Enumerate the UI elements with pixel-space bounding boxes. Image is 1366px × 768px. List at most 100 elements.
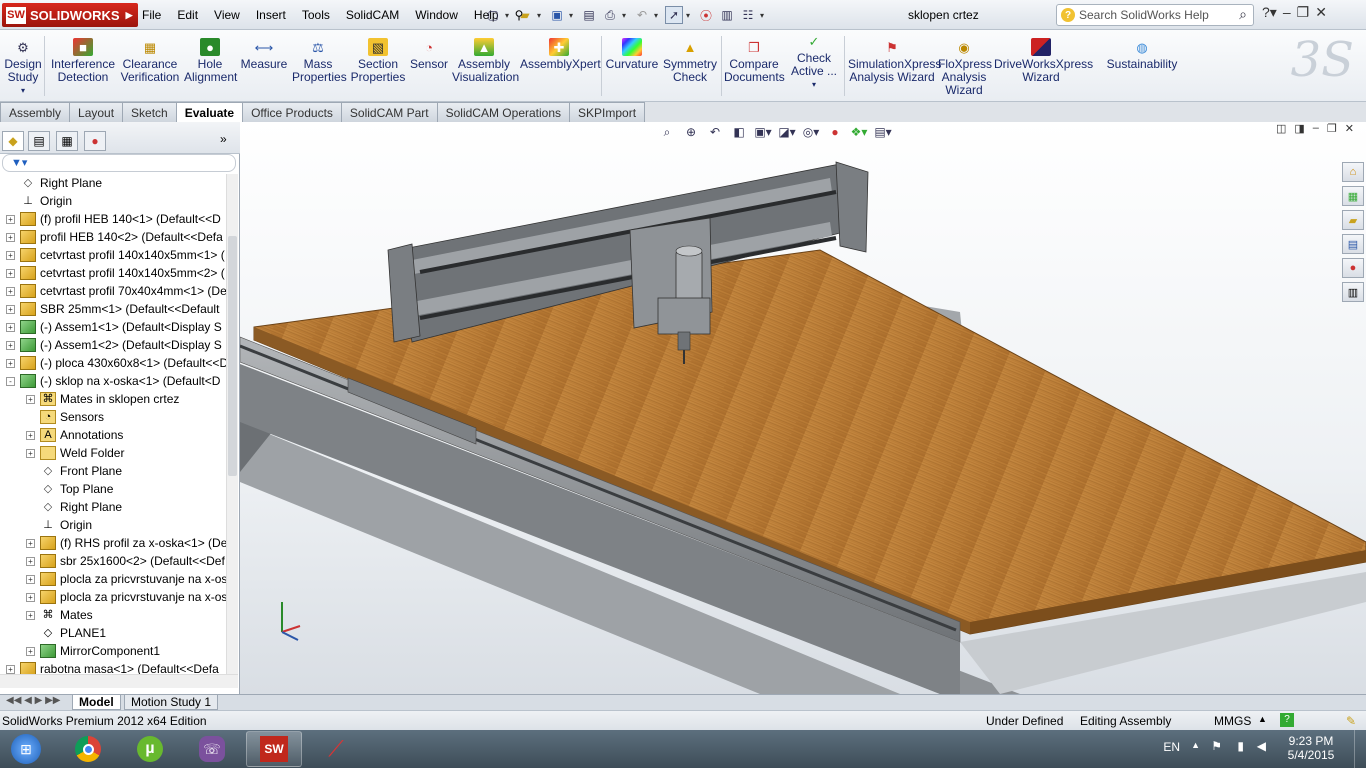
show-hidden-icons[interactable]: ▲ bbox=[1191, 740, 1200, 750]
measure-button[interactable]: ⟷ Measure bbox=[240, 38, 288, 71]
design-study-button[interactable]: ⚙ Design Study ▾ bbox=[4, 38, 42, 97]
collapse-icon[interactable]: - bbox=[6, 376, 15, 386]
tab-solidcam-part[interactable]: SolidCAM Part bbox=[340, 102, 438, 122]
split-right-icon[interactable]: ◨ bbox=[1294, 122, 1304, 135]
appearances-icon[interactable]: ● bbox=[1342, 258, 1364, 278]
property-manager-icon[interactable]: ▤ bbox=[28, 131, 50, 151]
utorrent-taskbar-button[interactable]: µ bbox=[122, 731, 178, 767]
curvature-button[interactable]: Curvature bbox=[604, 38, 660, 71]
sensor-button[interactable]: ◔ Sensor bbox=[410, 38, 448, 71]
minimize-icon[interactable]: – bbox=[1283, 4, 1291, 21]
help-dropdown-icon[interactable]: ?▾ bbox=[1262, 4, 1277, 21]
tree-item[interactable]: ◇ Right Plane bbox=[26, 498, 122, 516]
sustainability-button[interactable]: ◍ Sustainability bbox=[1106, 38, 1178, 71]
display-style-icon[interactable]: ◪▾ bbox=[778, 124, 796, 140]
menu-tools[interactable]: Tools bbox=[294, 8, 338, 22]
hide-show-items-icon[interactable]: ◎▾ bbox=[802, 124, 820, 140]
tab-office-products[interactable]: Office Products bbox=[242, 102, 342, 122]
solidworks-logo-button[interactable]: SW SOLIDWORKS ▶ bbox=[2, 3, 138, 27]
apply-scene-icon[interactable]: ❖▾ bbox=[850, 124, 868, 140]
expand-icon[interactable]: + bbox=[26, 556, 35, 566]
start-button[interactable]: ⊞ bbox=[0, 731, 52, 767]
section-view-icon[interactable]: ◧ bbox=[730, 124, 748, 140]
check-active-button[interactable]: ✓ Check Active ... ▾ bbox=[788, 32, 840, 91]
units-selector[interactable]: MMGS bbox=[1214, 714, 1251, 728]
tab-motion-study[interactable]: Motion Study 1 bbox=[124, 695, 219, 710]
menu-file[interactable]: File bbox=[134, 8, 169, 22]
tree-item[interactable]: ⊥ Origin bbox=[26, 516, 92, 534]
notification-icon[interactable]: ✎ bbox=[1346, 714, 1356, 728]
expand-icon[interactable]: + bbox=[6, 322, 15, 332]
expand-icon[interactable]: + bbox=[26, 610, 35, 620]
tree-item[interactable]: + cetvrtast profil 70x40x4mm<1> (De bbox=[6, 282, 226, 300]
tab-skpimport[interactable]: SKPImport bbox=[569, 102, 646, 122]
chevron-down-icon[interactable]: ▾ bbox=[654, 11, 662, 20]
open-icon[interactable]: ▰ bbox=[516, 6, 534, 24]
expand-icon[interactable]: + bbox=[26, 430, 35, 440]
design-library-icon[interactable]: ▦ bbox=[1342, 186, 1364, 206]
zoom-to-area-icon[interactable]: ⊕ bbox=[682, 124, 700, 140]
volume-icon[interactable]: ◀ bbox=[1257, 739, 1266, 753]
configuration-manager-icon[interactable]: ▦ bbox=[56, 131, 78, 151]
display-manager-icon[interactable]: ● bbox=[84, 131, 106, 151]
chevron-down-icon[interactable]: ▾ bbox=[622, 11, 630, 20]
save-icon[interactable]: ▣ bbox=[548, 6, 566, 24]
symmetry-check-button[interactable]: ▲ Symmetry Check bbox=[662, 38, 718, 84]
mass-properties-button[interactable]: ⚖ Mass Properties bbox=[292, 38, 347, 84]
expand-icon[interactable]: + bbox=[26, 394, 35, 404]
tree-item[interactable]: + plocla za pricvrstuvanje na x-os bbox=[26, 570, 226, 588]
close-icon[interactable]: ✕ bbox=[1315, 4, 1327, 21]
tree-item[interactable]: ◔ Sensors bbox=[26, 408, 104, 426]
tree-item[interactable]: + rabotna masa<1> (Default<<Defa bbox=[6, 660, 219, 674]
tree-item[interactable]: + ⌘ Mates bbox=[26, 606, 93, 624]
search-icon[interactable]: ⌕ bbox=[1239, 6, 1247, 23]
menu-solidcam[interactable]: SolidCAM bbox=[338, 8, 407, 22]
expand-icon[interactable]: + bbox=[6, 232, 15, 242]
clearance-verification-button[interactable]: ▦ Clearance Verification bbox=[120, 38, 180, 84]
tree-filter[interactable]: ▼▾ bbox=[2, 154, 236, 172]
expand-icon[interactable]: + bbox=[6, 340, 15, 350]
minimize-icon[interactable]: – bbox=[1313, 122, 1319, 135]
zoom-to-fit-icon[interactable]: ⌕ bbox=[658, 124, 676, 140]
expand-icon[interactable]: + bbox=[26, 538, 35, 548]
print-icon[interactable]: ⎙ bbox=[601, 6, 619, 24]
expand-icon[interactable]: + bbox=[6, 214, 15, 224]
tree-item[interactable]: + (f) profil HEB 140<1> (Default<<D bbox=[6, 210, 221, 228]
tab-layout[interactable]: Layout bbox=[69, 102, 124, 122]
compare-documents-button[interactable]: ❐ Compare Documents bbox=[724, 38, 785, 84]
tree-item[interactable]: + sbr 25x1600<2> (Default<<Def bbox=[26, 552, 225, 570]
undo-icon[interactable]: ↶ bbox=[633, 6, 651, 24]
tree-item[interactable]: ⊥ Origin bbox=[6, 192, 72, 210]
tree-vertical-scrollbar[interactable] bbox=[226, 174, 238, 674]
floxpress-button[interactable]: ◉ FloXpress Analysis Wizard bbox=[938, 38, 992, 97]
menu-view[interactable]: View bbox=[206, 8, 248, 22]
tree-item[interactable]: + (-) ploca 430x60x8<1> (Default<<D bbox=[6, 354, 226, 372]
options-icon[interactable]: ☷ bbox=[739, 6, 757, 24]
chevron-down-icon[interactable]: ▾ bbox=[569, 11, 577, 20]
tree-item[interactable]: + cetvrtast profil 140x140x5mm<1> ( bbox=[6, 246, 225, 264]
menu-window[interactable]: Window bbox=[407, 8, 466, 22]
close-icon[interactable]: ✕ bbox=[1345, 122, 1354, 135]
tab-solidcam-operations[interactable]: SolidCAM Operations bbox=[436, 102, 571, 122]
action-center-icon[interactable]: ⚑ bbox=[1211, 739, 1222, 753]
chevron-down-icon[interactable]: ▾ bbox=[686, 11, 694, 20]
language-indicator[interactable]: EN bbox=[1163, 740, 1180, 754]
view-palette-icon[interactable]: ▤ bbox=[1342, 234, 1364, 254]
new-icon[interactable]: ▢ bbox=[484, 6, 502, 24]
tree-item[interactable]: + (f) RHS profil za x-oska<1> (De bbox=[26, 534, 226, 552]
restore-icon[interactable]: ❐ bbox=[1297, 4, 1310, 21]
expand-icon[interactable]: + bbox=[26, 574, 35, 584]
clock[interactable]: 9:23 PM 5/4/2015 bbox=[1280, 734, 1342, 762]
expand-icon[interactable]: + bbox=[26, 592, 35, 602]
help-search-input[interactable]: ? Search SolidWorks Help ⌕ bbox=[1056, 4, 1254, 26]
scroll-thumb[interactable] bbox=[228, 236, 237, 476]
expand-icon[interactable]: + bbox=[26, 646, 35, 656]
make-drawing-icon[interactable]: ▤ bbox=[580, 6, 598, 24]
tab-model[interactable]: Model bbox=[72, 695, 121, 710]
network-icon[interactable]: ▮ bbox=[1237, 739, 1244, 753]
tree-item[interactable]: + profil HEB 140<2> (Default<<Defa bbox=[6, 228, 223, 246]
tree-item[interactable]: + (-) Assem1<1> (Default<Display S bbox=[6, 318, 222, 336]
expand-icon[interactable]: + bbox=[6, 250, 15, 260]
interference-detection-button[interactable]: ■ Interference Detection bbox=[50, 38, 116, 84]
show-desktop-button[interactable] bbox=[1354, 730, 1366, 768]
